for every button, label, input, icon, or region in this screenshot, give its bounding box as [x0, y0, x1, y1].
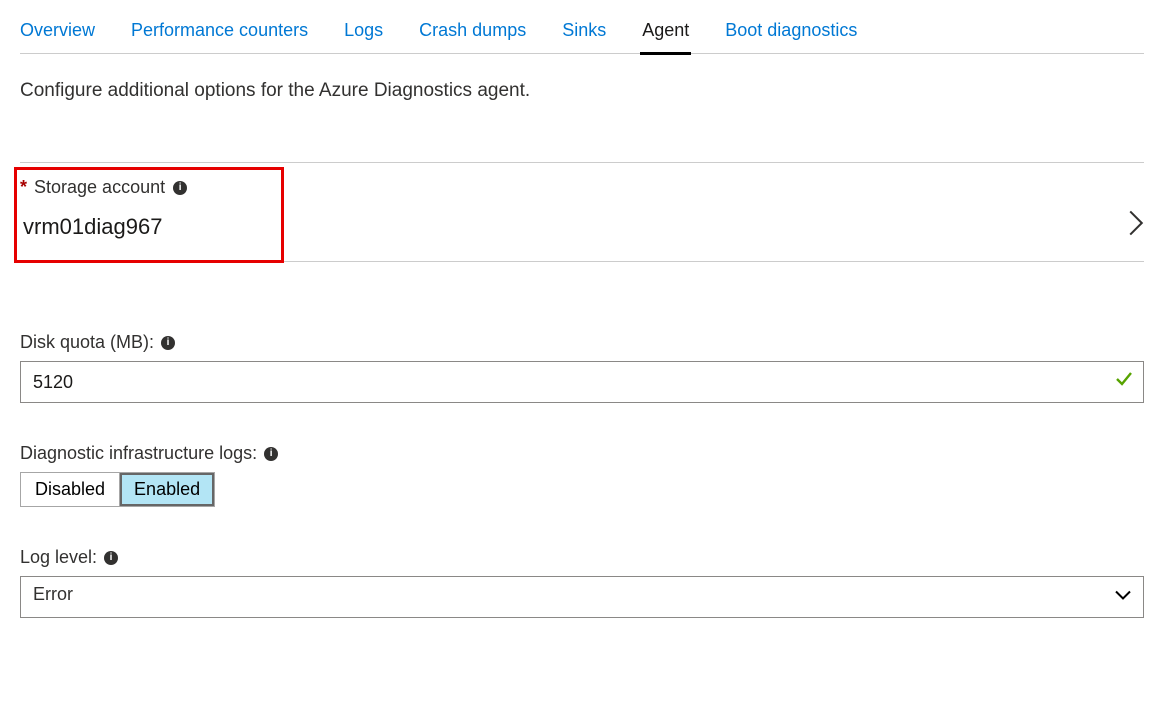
info-icon[interactable]: i: [173, 181, 187, 195]
infra-logs-field: Diagnostic infrastructure logs: i Disabl…: [20, 443, 1144, 507]
info-icon[interactable]: i: [264, 447, 278, 461]
tab-logs[interactable]: Logs: [344, 20, 383, 45]
tab-sinks[interactable]: Sinks: [562, 20, 606, 45]
storage-account-value: vrm01diag967: [20, 214, 162, 240]
tab-bar: Overview Performance counters Logs Crash…: [20, 20, 1144, 54]
storage-account-label-row: * Storage account i: [20, 177, 1144, 198]
info-icon[interactable]: i: [104, 551, 118, 565]
storage-account-label: Storage account: [34, 177, 165, 198]
check-icon: [1114, 369, 1134, 395]
storage-account-section[interactable]: * Storage account i vrm01diag967: [20, 162, 1144, 262]
tab-boot-diagnostics[interactable]: Boot diagnostics: [725, 20, 857, 45]
disk-quota-field: Disk quota (MB): i: [20, 332, 1144, 403]
infra-logs-toggle: Disabled Enabled: [20, 472, 215, 507]
disk-quota-input[interactable]: [20, 361, 1144, 403]
infra-logs-enabled-button[interactable]: Enabled: [120, 473, 214, 506]
infra-logs-disabled-button[interactable]: Disabled: [21, 473, 120, 506]
infra-logs-label: Diagnostic infrastructure logs:: [20, 443, 257, 464]
log-level-select[interactable]: Error: [20, 576, 1144, 618]
info-icon[interactable]: i: [161, 336, 175, 350]
tab-performance-counters[interactable]: Performance counters: [131, 20, 308, 45]
log-level-field: Log level: i Error: [20, 547, 1144, 618]
required-indicator: *: [20, 177, 27, 198]
tab-crash-dumps[interactable]: Crash dumps: [419, 20, 526, 45]
log-level-label: Log level:: [20, 547, 97, 568]
chevron-right-icon[interactable]: [1128, 210, 1144, 243]
tab-overview[interactable]: Overview: [20, 20, 95, 45]
intro-text: Configure additional options for the Azu…: [20, 80, 1144, 102]
tab-agent[interactable]: Agent: [642, 20, 689, 45]
disk-quota-label: Disk quota (MB):: [20, 332, 154, 353]
